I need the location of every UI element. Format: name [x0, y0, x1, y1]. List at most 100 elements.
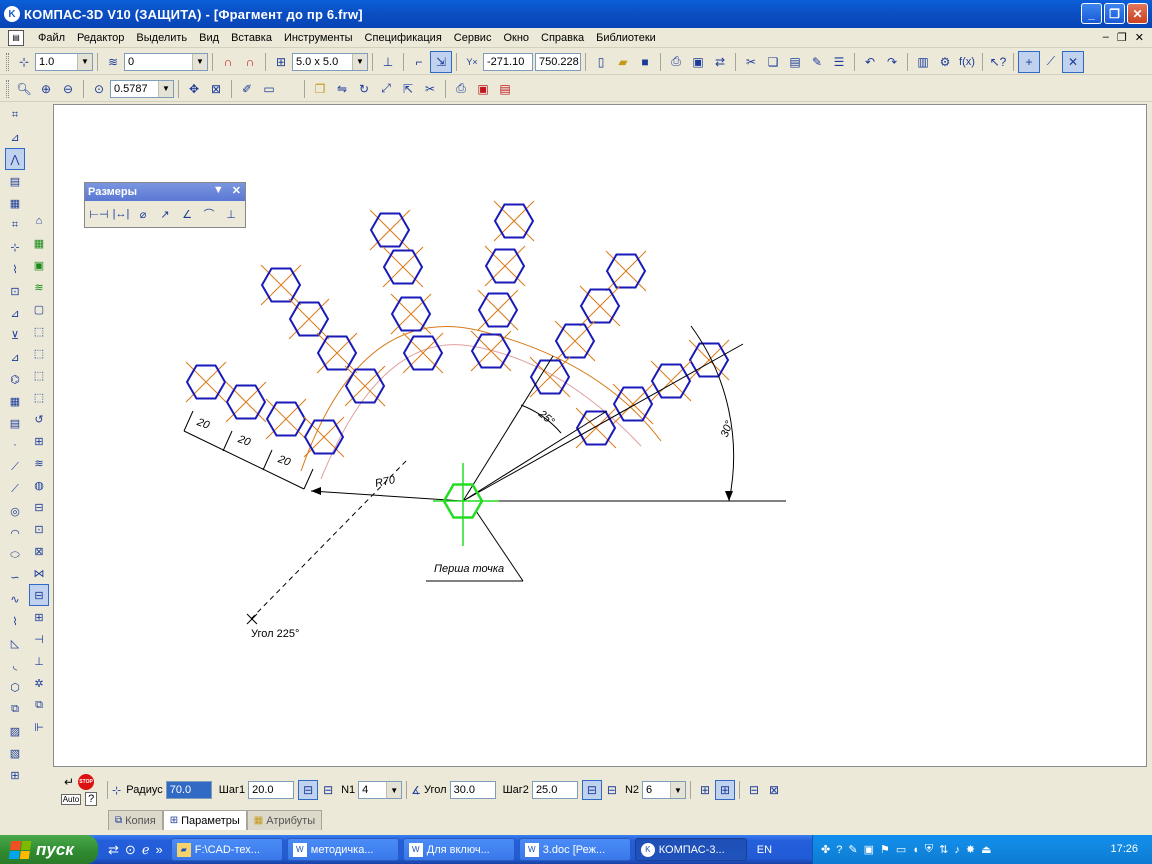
tab-parameters[interactable]: ⊞ Параметры [162, 810, 247, 830]
more-icon[interactable]: » [156, 842, 163, 858]
step1-field[interactable]: 20.0 [248, 781, 295, 799]
menu-view[interactable]: Вид [193, 32, 225, 44]
help-cursor-icon[interactable]: ↖? [987, 51, 1009, 73]
panel-close-icon[interactable]: ✕ [232, 184, 241, 197]
browser-icon[interactable]: ℯ [142, 842, 150, 858]
deform-objects-icon[interactable]: ⇱ [397, 78, 419, 100]
equidistant-tool-icon[interactable]: ⧉ [5, 698, 25, 720]
tray-edit-icon[interactable]: ✎ [848, 843, 857, 856]
task-3-doc[interactable]: W 3.doc [Реж... [518, 838, 631, 861]
tray-pdf-icon[interactable]: ▣ [864, 843, 874, 856]
step-mode-between-icon[interactable]: ⊟ [298, 780, 319, 800]
select-panel-icon[interactable]: ⊹ [5, 236, 25, 258]
refresh-icon[interactable]: ✐ [236, 78, 258, 100]
n2-combo[interactable]: 6 ▼ [642, 781, 686, 799]
spec-panel-icon[interactable]: ⌇ [5, 258, 25, 280]
edit-panel-icon[interactable]: ▤ [5, 170, 25, 192]
explode-tool-icon[interactable]: ✲ [29, 672, 49, 694]
angle-field[interactable]: 30.0 [449, 781, 496, 799]
nurbs-tool-icon[interactable]: ∿ [5, 588, 25, 610]
language-indicator[interactable]: EN [757, 844, 772, 856]
angle-mode-total-icon[interactable]: ⊟ [602, 780, 622, 800]
chevron-down-icon[interactable]: ▼ [352, 53, 367, 70]
zoom-out-icon[interactable]: ⊖ [57, 78, 79, 100]
arc-dimension-icon[interactable]: ⌒ [199, 204, 219, 224]
cut-icon[interactable]: ✂ [740, 51, 762, 73]
panel-menu-icon[interactable]: ▼ [213, 184, 224, 197]
dimensions-panel-icon[interactable]: ⊿ [5, 126, 25, 148]
minimize-button[interactable]: _ [1081, 3, 1102, 24]
segment-tool-icon[interactable]: ⟋ [5, 478, 25, 500]
tray-usb-icon[interactable]: ⏏ [981, 843, 991, 856]
collect-contour-icon[interactable]: ⊞ [5, 764, 25, 786]
menu-select[interactable]: Выделить [130, 32, 193, 44]
menu-help[interactable]: Справка [535, 32, 590, 44]
variables-icon[interactable]: f(x) [956, 51, 978, 73]
angle-icon[interactable]: ∡ [411, 784, 421, 797]
menu-insert[interactable]: Вставка [225, 32, 278, 44]
step-mode-total-icon[interactable]: ⊟ [318, 780, 338, 800]
kompas-app-icon[interactable]: K [4, 6, 20, 22]
contour-tool-icon[interactable]: ▧ [5, 742, 25, 764]
grid-step-combo[interactable]: 5.0 x 5.0 ▼ [292, 52, 368, 71]
open-folder-icon[interactable]: ▰ [612, 51, 634, 73]
copy-objects-icon[interactable]: ❐ [309, 78, 331, 100]
tray-antivirus-icon[interactable]: ✸ [966, 843, 975, 856]
symmetry-tool-icon[interactable]: ⬚ [29, 320, 49, 342]
tables-panel-icon[interactable]: ▦ [5, 390, 25, 412]
copy-by-grid-icon[interactable]: ⊞ [29, 606, 49, 628]
maximize-button[interactable]: ❐ [1104, 3, 1125, 24]
new-file-icon[interactable]: ▯ [590, 51, 612, 73]
intersection-snap-icon[interactable]: ✕ [1062, 50, 1084, 73]
tray-volume-icon[interactable]: ♪ [954, 844, 960, 856]
symbol-panel-icon[interactable]: ⊻ [5, 324, 25, 346]
tray-sound-icon[interactable]: ◖ [912, 844, 919, 856]
scale-objects-icon[interactable]: ⤢ [375, 78, 397, 100]
network-icon[interactable]: ⇄ [108, 842, 119, 858]
pan-icon[interactable]: ✥ [183, 78, 205, 100]
align-tool-icon[interactable]: ⊩ [29, 716, 49, 738]
chevron-down-icon[interactable]: ▼ [386, 782, 402, 798]
zoom-frame-icon[interactable]: 🔍︎ [13, 78, 35, 100]
scale-tool-icon[interactable]: ▢ [29, 298, 49, 320]
library-manager-icon[interactable]: ⚙ [934, 51, 956, 73]
magnet-snap-icon[interactable]: ∩ [217, 51, 239, 73]
task-metodichka[interactable]: Wметодичка... [286, 838, 399, 861]
menu-service[interactable]: Сервис [448, 32, 498, 44]
local-cs-icon[interactable]: ⊥ [377, 51, 399, 73]
deform-tool-icon[interactable]: ⬚ [29, 342, 49, 364]
measure-panel-icon[interactable]: ⌗ [5, 214, 25, 236]
export-icon[interactable]: ⇄ [709, 51, 731, 73]
grid-icon[interactable]: ⊞ [270, 51, 292, 73]
trim-tool-icon[interactable]: ⬚ [29, 386, 49, 408]
n1-combo[interactable]: 4 ▼ [358, 781, 403, 799]
polyline-tool-icon[interactable]: ⌇ [5, 610, 25, 632]
line-snap-icon[interactable]: ⟋ [1040, 51, 1062, 73]
round-cursor-icon[interactable]: ⇲ [430, 50, 452, 73]
paste-icon[interactable]: ▤ [784, 51, 806, 73]
zoom-scale-icon[interactable]: ⊙ [88, 78, 110, 100]
menu-tools[interactable]: Инструменты [278, 32, 359, 44]
angular-dimension-icon[interactable]: ∠ [177, 204, 197, 224]
chevron-down-icon[interactable]: ▼ [158, 80, 173, 97]
mirror-objects-icon[interactable]: ⇋ [331, 78, 353, 100]
save-icon[interactable]: ■ [634, 51, 656, 73]
radius-field[interactable]: 70.0 [165, 781, 212, 799]
redo-icon[interactable]: ↷ [881, 51, 903, 73]
rotate-copies-on-icon[interactable]: ⊞ [715, 780, 735, 800]
fillet-tool-icon[interactable]: ◟ [5, 654, 25, 676]
explode-copies-icon[interactable]: ⊠ [764, 780, 784, 800]
rotate-tool-icon[interactable]: ▣ [29, 254, 49, 276]
chevron-down-icon[interactable]: ▼ [670, 782, 685, 798]
tray-app-icon[interactable]: ✤ [821, 843, 830, 856]
zoom-in-icon[interactable]: ⊕ [35, 78, 57, 100]
task-dlya-vklyuch[interactable]: W Для включ... [402, 838, 515, 861]
undo-step-icon[interactable]: ↺ [29, 408, 49, 430]
help-icon[interactable]: ? [85, 792, 98, 806]
dimensions-panel-header[interactable]: Размеры ▼ ✕ [85, 183, 245, 201]
delete-copies-icon[interactable]: ⊟ [744, 780, 764, 800]
diameter-dimension-icon[interactable]: ⌀ [133, 204, 153, 224]
mirror-tool-icon[interactable]: ⋈ [29, 562, 49, 584]
macro-panel-icon[interactable]: ▤ [5, 412, 25, 434]
snap-settings-icon[interactable]: ∩ [239, 51, 261, 73]
